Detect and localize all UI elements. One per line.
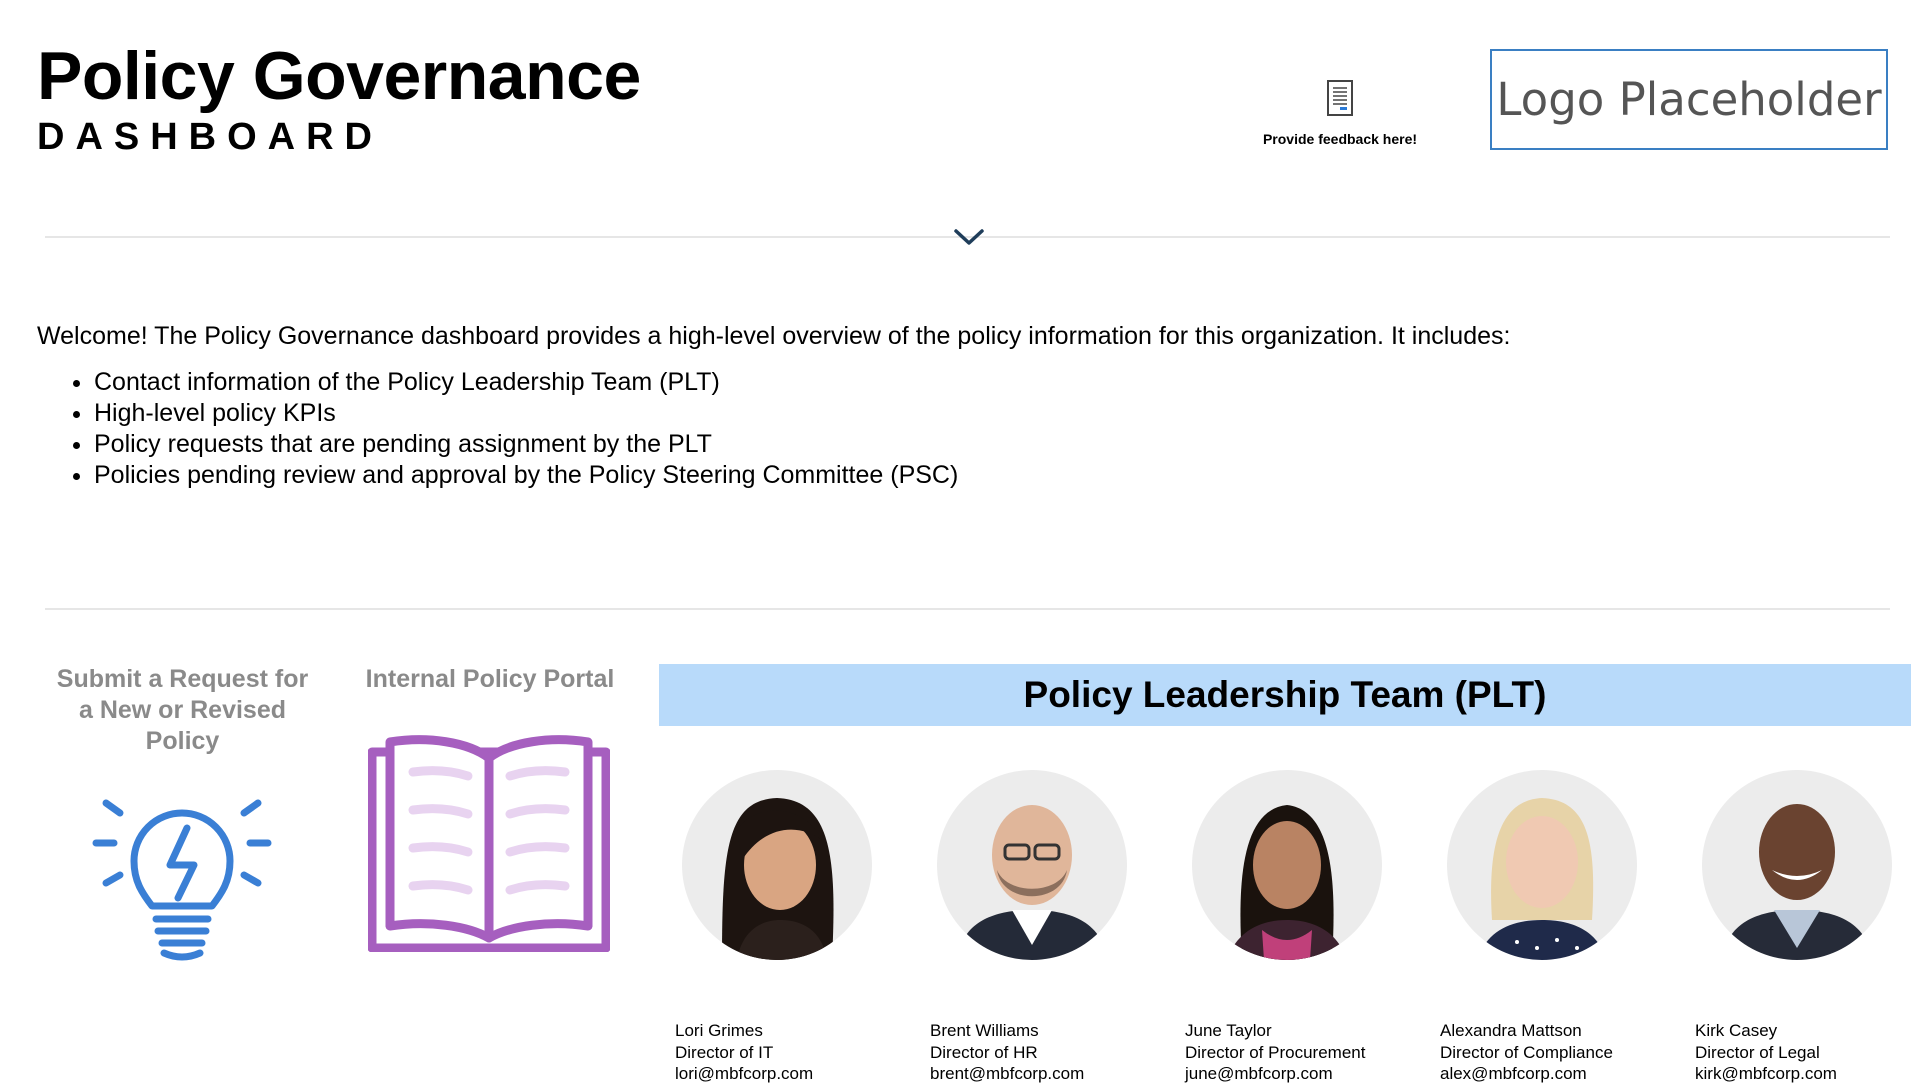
member-email[interactable]: kirk@mbfcorp.com [1695, 1063, 1837, 1085]
avatar [1447, 770, 1637, 960]
book-icon[interactable] [368, 730, 610, 952]
plt-banner-title: Policy Leadership Team (PLT) [659, 664, 1911, 726]
logo-placeholder: Logo Placeholder [1490, 49, 1888, 150]
member-email[interactable]: june@mbfcorp.com [1185, 1063, 1365, 1085]
submit-request-link[interactable]: Submit a Request for a New or Revised Po… [55, 664, 310, 757]
team-member-card: Kirk Casey Director of Legal kirk@mbfcor… [1680, 770, 1915, 1083]
member-role: Director of Legal [1695, 1042, 1820, 1062]
avatar [937, 770, 1127, 960]
member-role: Director of HR [930, 1042, 1038, 1062]
member-role: Director of Procurement [1185, 1042, 1366, 1062]
policy-portal-link[interactable]: Internal Policy Portal [345, 664, 635, 695]
member-name: Kirk Casey [1695, 1021, 1778, 1040]
divider-middle [45, 608, 1890, 610]
list-item: Policy requests that are pending assignm… [94, 429, 958, 460]
intro-bullet-list: Contact information of the Policy Leader… [56, 367, 958, 491]
list-item: High-level policy KPIs [94, 398, 958, 429]
member-email[interactable]: brent@mbfcorp.com [930, 1063, 1084, 1085]
page-title: Policy Governance [37, 38, 641, 114]
member-email[interactable]: alex@mbfcorp.com [1440, 1063, 1613, 1085]
chevron-down-icon[interactable] [953, 226, 985, 248]
member-name: June Taylor [1185, 1021, 1272, 1040]
member-name: Brent Williams [930, 1021, 1039, 1040]
member-info: Alexandra Mattson Director of Compliance… [1440, 1020, 1613, 1085]
member-name: Lori Grimes [675, 1021, 763, 1040]
avatar [1192, 770, 1382, 960]
member-info: June Taylor Director of Procurement june… [1185, 1020, 1365, 1085]
lightbulb-icon[interactable] [92, 783, 272, 963]
team-member-card: Brent Williams Director of HR brent@mbfc… [915, 770, 1150, 1083]
team-member-card: June Taylor Director of Procurement june… [1170, 770, 1405, 1083]
feedback-label: Provide feedback here! [1262, 131, 1418, 147]
page-subtitle: DASHBOARD [37, 116, 383, 158]
list-item: Contact information of the Policy Leader… [94, 367, 958, 398]
list-item: Policies pending review and approval by … [94, 460, 958, 491]
intro-text: Welcome! The Policy Governance dashboard… [37, 322, 1511, 350]
member-role: Director of Compliance [1440, 1042, 1613, 1062]
avatar [682, 770, 872, 960]
member-info: Kirk Casey Director of Legal kirk@mbfcor… [1695, 1020, 1837, 1085]
member-email[interactable]: lori@mbfcorp.com [675, 1063, 813, 1085]
document-icon [1327, 80, 1353, 116]
team-member-card: Alexandra Mattson Director of Compliance… [1425, 770, 1660, 1083]
avatar [1702, 770, 1892, 960]
member-name: Alexandra Mattson [1440, 1021, 1582, 1040]
feedback-button[interactable]: Provide feedback here! [1240, 80, 1440, 147]
member-role: Director of IT [675, 1042, 774, 1062]
member-info: Lori Grimes Director of IT lori@mbfcorp.… [675, 1020, 813, 1085]
member-info: Brent Williams Director of HR brent@mbfc… [930, 1020, 1084, 1085]
team-member-card: Lori Grimes Director of IT lori@mbfcorp.… [660, 770, 895, 1083]
